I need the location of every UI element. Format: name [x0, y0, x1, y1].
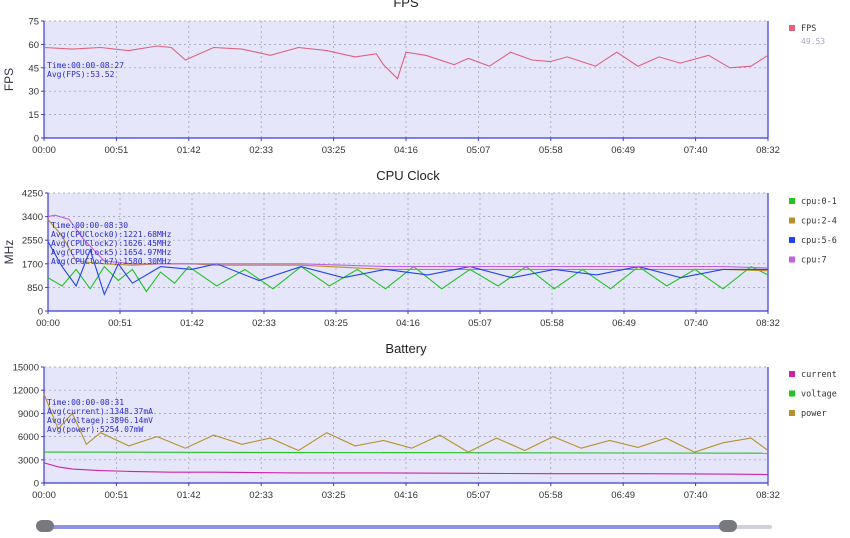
y-axis-label: MHz: [2, 240, 16, 265]
x-tick-label: 05:58: [539, 490, 563, 501]
y-tick-label: 1700: [22, 259, 43, 270]
legend-label: cpu:0-1: [801, 197, 837, 207]
x-tick-label: 05:58: [540, 318, 564, 329]
x-tick-label: 01:42: [177, 145, 201, 156]
x-tick-label: 06:49: [611, 490, 635, 501]
x-tick-label: 04:16: [394, 145, 418, 156]
x-tick-label: 00:51: [108, 318, 132, 329]
stats-annotation: Avg(CPUClock0):1221.68MHz: [51, 230, 172, 239]
x-tick-label: 04:16: [394, 490, 418, 501]
x-tick-label: 02:33: [249, 490, 273, 501]
chart-title: FPS: [393, 0, 419, 10]
legend-label: cpu:2-4: [801, 217, 837, 227]
chart-0: 0 15 30 45 60 75 00:00 00:51 01:42 02:33 03:25 04:1…: [2, 0, 825, 156]
y-tick-label: 9000: [18, 409, 39, 420]
range-end-handle[interactable]: [719, 520, 738, 532]
y-tick-label: 45: [28, 63, 39, 74]
stats-annotation: Avg(CPUClock2):1626.45MHz: [51, 239, 172, 248]
legend-label: cpu:7: [801, 256, 827, 266]
y-tick-label: 3400: [22, 212, 43, 223]
range-start-handle[interactable]: [36, 520, 54, 532]
time-range-selection: [44, 525, 729, 529]
legend-label: voltage: [801, 390, 837, 400]
y-tick-label: 75: [28, 17, 39, 28]
x-tick-label: 02:33: [249, 145, 273, 156]
y-tick-label: 0: [34, 479, 39, 490]
stats-annotation: Time:00:00-08:27: [47, 61, 124, 70]
y-tick-label: 15000: [13, 363, 39, 374]
plot-area: [44, 367, 768, 483]
stats-annotation: Avg(voltage):3896.14mV: [47, 416, 153, 425]
x-tick-label: 00:51: [105, 145, 129, 156]
y-tick-label: 850: [27, 283, 43, 294]
y-tick-label: 4250: [22, 189, 43, 200]
stats-annotation: Avg(power):5254.07mW: [47, 425, 144, 434]
x-tick-label: 05:07: [467, 490, 491, 501]
x-tick-label: 07:40: [684, 490, 708, 501]
x-tick-label: 00:51: [105, 490, 129, 501]
x-tick-label: 01:42: [180, 318, 204, 329]
x-tick-label: 01:42: [177, 490, 201, 501]
x-tick-label: 08:32: [756, 490, 780, 501]
legend-label: FPS: [801, 24, 816, 34]
legend-label: cpu:5-6: [801, 236, 837, 246]
y-tick-label: 60: [28, 40, 39, 51]
y-tick-label: 2550: [22, 236, 43, 247]
chart-title: CPU Clock: [376, 168, 440, 183]
legend-label: power: [801, 409, 827, 419]
plot-area: [44, 21, 768, 138]
x-tick-label: 03:25: [322, 145, 346, 156]
x-tick-label: 08:32: [756, 145, 780, 156]
x-tick-label: 06:49: [612, 318, 636, 329]
chart-title: Battery: [385, 341, 427, 356]
stats-annotation: Time:00:00-08:30: [51, 221, 128, 230]
legend-swatch: [789, 256, 795, 263]
y-tick-label: 3000: [18, 455, 39, 466]
time-range-slider[interactable]: [36, 520, 772, 532]
x-tick-label: 07:40: [684, 318, 708, 329]
x-tick-label: 05:07: [468, 318, 492, 329]
x-tick-label: 00:00: [36, 318, 60, 329]
chart-2: 0 3000 6000 9000 12000 15000 00:00 00:51 01:42 02…: [13, 341, 837, 501]
y-tick-label: 0: [34, 134, 39, 145]
stats-annotation: Avg(current):1348.37mA: [47, 407, 153, 416]
y-tick-label: 30: [28, 87, 39, 98]
y-tick-label: 6000: [18, 432, 39, 443]
legend-label: current: [801, 370, 837, 380]
x-tick-label: 05:07: [467, 145, 491, 156]
chart-1: 0 850 1700 2550 3400 4250 00:00 00:51 01:42 02:33…: [2, 168, 837, 329]
y-tick-label: 12000: [13, 386, 39, 397]
legend-swatch: [789, 410, 795, 416]
x-tick-label: 03:25: [324, 318, 348, 329]
x-tick-label: 05:58: [539, 145, 563, 156]
stats-annotation: Avg(CPUClock5):1654.97MHz: [51, 248, 172, 257]
legend-value: 49.53: [801, 37, 825, 46]
x-tick-label: 02:33: [252, 318, 276, 329]
legend-swatch: [789, 217, 795, 224]
x-tick-label: 07:40: [684, 145, 708, 156]
y-axis-label: FPS: [2, 68, 16, 91]
x-tick-label: 00:00: [32, 490, 56, 501]
stats-annotation: Avg(CPUClock7):1580.30MHz: [51, 257, 172, 266]
x-tick-label: 00:00: [32, 145, 56, 156]
x-tick-label: 08:32: [756, 318, 780, 329]
x-tick-label: 03:25: [322, 490, 346, 501]
y-tick-label: 15: [28, 110, 39, 121]
stats-annotation: Avg(FPS):53.52: [47, 70, 115, 79]
y-tick-label: 0: [38, 307, 43, 318]
legend-swatch: [789, 237, 795, 243]
x-tick-label: 06:49: [611, 145, 635, 156]
legend-swatch: [789, 198, 795, 204]
stats-annotation: Time:00:00-08:31: [47, 398, 124, 407]
charts-canvas: 0 15 30 45 60 75 00:00 00:51 01:42 02:33 03:25 04:1…: [2, 0, 837, 501]
legend-swatch: [789, 390, 795, 397]
legend-swatch: [789, 371, 795, 377]
x-tick-label: 04:16: [396, 318, 420, 329]
legend-swatch: [789, 25, 795, 31]
